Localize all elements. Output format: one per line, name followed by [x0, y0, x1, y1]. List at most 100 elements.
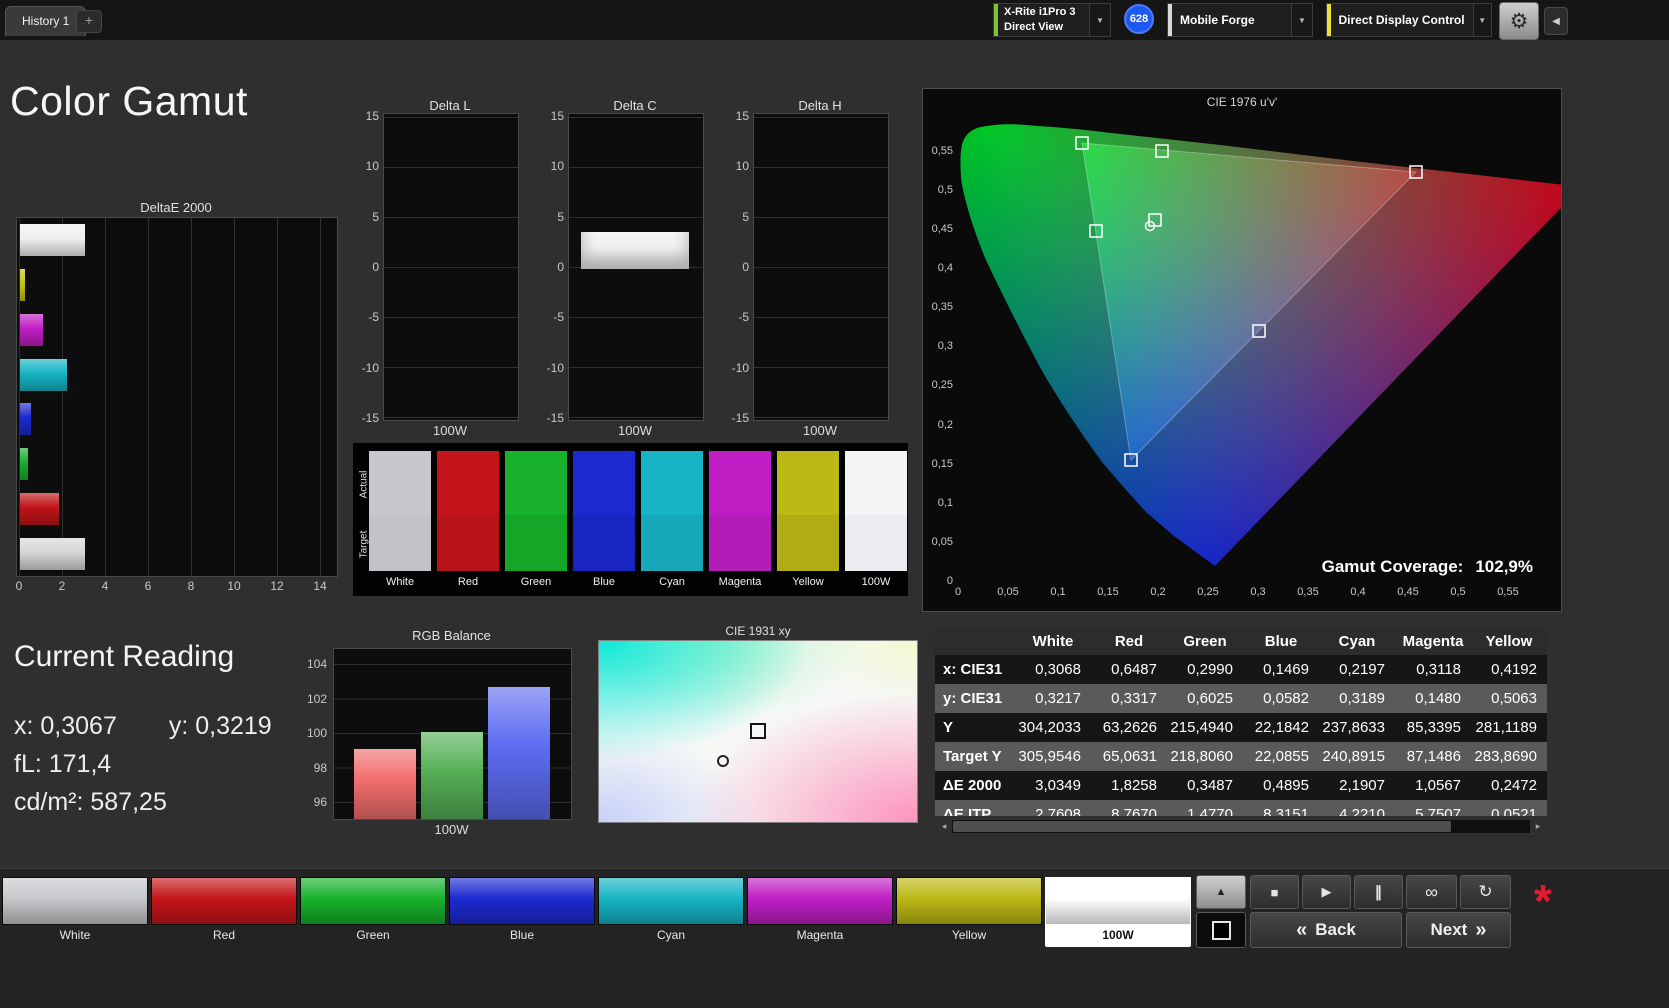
- delta-h-chart: Delta H 15 10 5 0 -5 -10 -15 100W: [725, 98, 889, 443]
- patch-button[interactable]: Magenta: [747, 877, 893, 947]
- reading-luminance: cd/m²: 587,25: [14, 788, 167, 816]
- stop-icon: ■: [1270, 884, 1279, 900]
- deltae-bar: [20, 224, 85, 257]
- cell-green: 0,3487: [1187, 777, 1233, 794]
- cell-cyan: 0,2197: [1339, 661, 1385, 678]
- chevron-down-icon[interactable]: ▼: [1472, 4, 1491, 36]
- delta-c-x-label: 100W: [618, 423, 652, 438]
- swatch-label: Green: [520, 576, 552, 588]
- source-dropdown[interactable]: Mobile Forge ▼: [1167, 3, 1313, 37]
- axis-tick-label: -5: [368, 310, 379, 325]
- cell-magenta: 87,1486: [1406, 748, 1461, 765]
- collapse-panel-button[interactable]: ◀: [1544, 7, 1568, 35]
- swatch-actual: [641, 451, 703, 515]
- loop-button[interactable]: ∞: [1406, 875, 1457, 909]
- pattern-window-button[interactable]: [1196, 912, 1246, 948]
- next-button[interactable]: Next »: [1406, 912, 1511, 948]
- cell-green: 218,8060: [1170, 748, 1233, 765]
- cell-green: 215,4940: [1170, 719, 1233, 736]
- tab-history-1[interactable]: History 1: [5, 6, 87, 36]
- table-scrollbar[interactable]: ◂ ▸: [935, 819, 1547, 834]
- axis-tick-label: -10: [546, 360, 564, 375]
- swatch-actual: [437, 451, 499, 515]
- axis-tick-label: 15: [550, 109, 564, 123]
- play-button[interactable]: ▶: [1302, 875, 1351, 909]
- patch-button[interactable]: 100W: [1045, 877, 1191, 947]
- cell-magenta: 85,3395: [1406, 719, 1461, 736]
- cell-red: 8,7670: [1111, 806, 1157, 816]
- chevron-down-icon[interactable]: ▼: [1291, 4, 1312, 36]
- scroll-thumb[interactable]: [953, 821, 1451, 832]
- table-header-cell: Magenta: [1402, 633, 1464, 650]
- cell-red: 1,8258: [1111, 777, 1157, 794]
- axis-tick-label: -5: [553, 310, 564, 325]
- axis-tick-label: 0: [742, 259, 749, 274]
- settings-button[interactable]: ⚙: [1499, 2, 1539, 40]
- cie1931-diagram: [598, 640, 918, 823]
- patch-label: Blue: [509, 928, 535, 942]
- cell-yellow: 281,1189: [1475, 719, 1537, 736]
- cie1931-measured-marker: [717, 755, 729, 767]
- meter-name: X-Rite i1Pro 3: [1004, 6, 1076, 19]
- patch-button[interactable]: Green: [300, 877, 446, 947]
- patch-label: Red: [212, 928, 235, 942]
- pause-button[interactable]: ∥: [1354, 875, 1403, 909]
- scroll-left-button[interactable]: ◂: [936, 820, 952, 833]
- swatch-actual: [573, 451, 635, 515]
- swatch-column: Magenta: [709, 451, 771, 588]
- cell-cyan: 237,8633: [1322, 719, 1385, 736]
- swatch-target: [777, 515, 839, 571]
- cell-yellow: 283,8690: [1474, 748, 1537, 765]
- deltae-x-axis: 0 2 4 6 8 10 12 14: [5, 579, 334, 593]
- axis-tick-label: 0: [15, 579, 23, 593]
- axis-tick-label: 0,4: [937, 262, 953, 275]
- axis-tick-label: 0: [954, 586, 962, 598]
- table-header-cell: Cyan: [1338, 633, 1376, 650]
- control-label: Direct Display Control: [1338, 13, 1465, 27]
- cell-yellow: 0,5063: [1491, 690, 1537, 707]
- back-chevron-icon: «: [1296, 918, 1308, 941]
- refresh-icon: ↻: [1478, 882, 1493, 901]
- swatch-actual: [845, 451, 907, 515]
- delta-l-grid: [384, 117, 518, 419]
- cell-blue: 22,1842: [1254, 719, 1309, 736]
- delta-h-grid: [754, 117, 888, 419]
- control-dropdown[interactable]: Direct Display Control ▼: [1326, 3, 1492, 37]
- rgb-balance-bar: [421, 732, 483, 819]
- meter-dropdown[interactable]: X-Rite i1Pro 3 Direct View ▼: [993, 3, 1111, 37]
- chevron-down-icon[interactable]: ▼: [1089, 4, 1110, 36]
- refresh-button[interactable]: ↻: [1460, 875, 1511, 909]
- delta-c-y-axis: 15 10 5 0 -5 -10 -15: [540, 109, 564, 425]
- results-table: White Red Green Blue Cyan Magenta Yellow x: CI…: [935, 628, 1547, 816]
- alert-asterisk-icon: *: [1534, 875, 1552, 927]
- delta-c-bar: [581, 232, 689, 269]
- swatch-column: Green: [505, 451, 567, 588]
- patch-button[interactable]: Yellow: [896, 877, 1042, 947]
- swatch-target: [369, 515, 431, 571]
- back-button[interactable]: « Back: [1250, 912, 1402, 948]
- delta-l-plot: [383, 113, 519, 421]
- axis-tick-label: 0: [557, 259, 564, 274]
- patch-button[interactable]: Cyan: [598, 877, 744, 947]
- scroll-right-button[interactable]: ▸: [1530, 820, 1546, 833]
- deltae-bar: [20, 492, 59, 525]
- stop-button[interactable]: ■: [1250, 875, 1299, 909]
- patch-button[interactable]: Red: [151, 877, 297, 947]
- cell-magenta: 0,3118: [1416, 661, 1461, 678]
- row-label: x: CIE31: [943, 661, 1003, 678]
- cie1976-y-axis: 0,55 0,5 0,45 0,4 0,35 0,3 0,25 0,2 0,15 0,1 0,05 0: [925, 145, 953, 587]
- swatch-label: Blue: [592, 576, 616, 588]
- deltae-bar: [20, 448, 28, 481]
- table-header-cell: Red: [1114, 633, 1144, 650]
- axis-tick-label: 0,05: [997, 586, 1019, 598]
- up-button[interactable]: ▲: [1196, 875, 1246, 909]
- add-tab-button[interactable]: +: [76, 10, 102, 33]
- bottom-bar: White Red Green Blue Cyan Magenta Yellow…: [0, 868, 1669, 1008]
- cell-blue: 0,0582: [1263, 690, 1309, 707]
- patch-button[interactable]: Blue: [449, 877, 595, 947]
- next-chevron-icon: »: [1475, 918, 1487, 941]
- patch-buttons: White Red Green Blue Cyan Magenta Yellow…: [2, 877, 1191, 947]
- rgb-balance-bar: [354, 749, 416, 819]
- patch-button[interactable]: White: [2, 877, 148, 947]
- swatch-actual: [777, 451, 839, 515]
